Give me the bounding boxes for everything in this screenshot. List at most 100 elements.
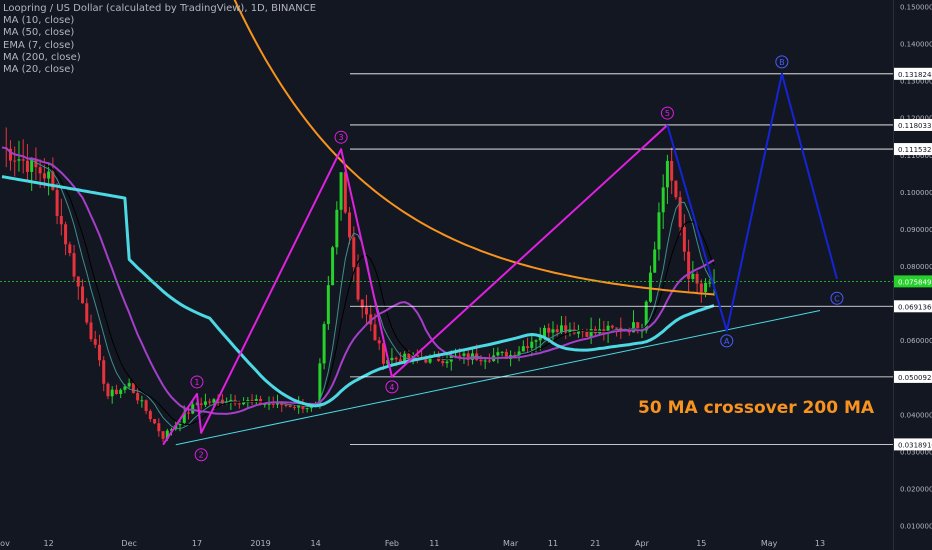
support-trendline	[175, 310, 821, 446]
x-tick-label-9: 11	[548, 539, 558, 548]
impulse-wave-path	[162, 124, 669, 446]
candle-body	[695, 273, 699, 284]
candle-body	[136, 393, 140, 401]
chart-legend: Loopring / US Dollar (calculated by Trad…	[3, 3, 316, 76]
wave-label-B: B	[779, 58, 785, 67]
y-tick-label-7: 0.0800000	[900, 263, 932, 271]
wave-label-A: A	[724, 337, 730, 346]
x-tick-label-10: 21	[590, 539, 600, 548]
candle-body	[521, 346, 525, 352]
wave-label-2: 2	[199, 451, 204, 460]
candle-body	[547, 327, 551, 333]
candle-body	[339, 172, 343, 210]
candle-body	[322, 324, 326, 364]
candle-body	[424, 359, 428, 363]
candle-body	[106, 383, 110, 397]
candle-body	[500, 351, 504, 353]
candle-body	[390, 357, 394, 361]
candle-body	[199, 403, 203, 405]
candle-body	[551, 329, 555, 333]
price-label-3: 0.0758495	[898, 278, 932, 286]
y-tick-label-6: 0.0900000	[900, 226, 932, 234]
candle-body	[85, 303, 89, 323]
candle-body	[526, 346, 530, 348]
x-tick-label-2: Dec	[121, 539, 136, 548]
x-tick-label-1: 12	[44, 539, 54, 548]
candle-body	[585, 331, 589, 337]
candle-body	[55, 189, 59, 217]
x-tick-label-5: 14	[311, 539, 321, 548]
candle-body	[292, 407, 296, 409]
candle-body	[254, 399, 258, 401]
candle-body	[208, 401, 212, 403]
candle-body	[335, 209, 339, 248]
candle-body	[89, 322, 93, 340]
x-tick-label-8: Mar	[503, 539, 519, 548]
candle-body	[68, 244, 72, 254]
candle-body	[110, 389, 114, 397]
candle-body	[487, 360, 491, 362]
candle-body	[72, 253, 76, 277]
candle-body	[530, 341, 534, 348]
candle-body	[555, 329, 559, 332]
candle-body	[377, 340, 381, 344]
candle-body	[373, 324, 377, 341]
candle-body	[479, 360, 483, 362]
candle-body	[21, 159, 25, 161]
candle-body	[97, 344, 101, 361]
legend-item-ma50: MA (50, close)	[3, 27, 75, 39]
price-label-4: 0.0691360	[898, 303, 932, 311]
candle-body	[237, 403, 241, 405]
candle-body	[699, 283, 703, 292]
candle-body	[305, 408, 309, 410]
candles	[4, 127, 716, 443]
price-label-2: 0.1115321	[898, 146, 932, 154]
price-label-1: 0.1180331	[898, 122, 932, 130]
x-tick-label-12: 15	[696, 539, 706, 548]
candle-body	[704, 282, 708, 292]
price-chart[interactable]: 0.15000000.14000000.13000000.12000000.11…	[0, 0, 932, 550]
candle-body	[131, 383, 135, 394]
candle-body	[653, 249, 657, 273]
candle-body	[394, 357, 398, 360]
candle-body	[64, 224, 68, 245]
candle-body	[102, 360, 106, 384]
y-tick-label-13: 0.0200000	[900, 486, 932, 494]
x-tick-label-11: Apr	[635, 539, 650, 548]
candle-body	[59, 216, 63, 225]
candle-body	[343, 172, 347, 213]
candle-body	[42, 173, 46, 179]
candle-body	[691, 273, 695, 279]
candle-body	[610, 325, 614, 328]
legend-title: Loopring / US Dollar (calculated by Trad…	[3, 3, 317, 14]
wave-label-4: 4	[389, 383, 394, 392]
candle-body	[47, 171, 51, 179]
candle-body	[559, 325, 563, 332]
candle-body	[665, 160, 669, 188]
candle-body	[462, 353, 466, 356]
candle-body	[153, 419, 157, 424]
y-tick-label-11: 0.0400000	[900, 411, 932, 419]
wave-label-5: 5	[665, 109, 670, 118]
y-tick-label-14: 0.0100000	[900, 523, 932, 531]
price-axis-separator	[893, 0, 894, 550]
x-tick-label-4: 2019	[250, 539, 270, 548]
candle-body	[220, 399, 224, 404]
candle-body	[661, 187, 665, 213]
price-label-5: 0.0500923	[898, 374, 932, 382]
candle-body	[93, 339, 97, 345]
x-tick-label-0: Nov	[0, 539, 10, 548]
candle-body	[326, 285, 330, 325]
candle-body	[674, 180, 678, 198]
candle-body	[348, 212, 352, 238]
candle-body	[284, 405, 288, 407]
price-label-6: 0.0318910	[898, 441, 932, 449]
y-tick-label-5: 0.1000000	[900, 189, 932, 197]
candle-body	[356, 267, 360, 300]
candle-body	[157, 423, 161, 432]
candle-body	[203, 401, 207, 405]
candle-body	[127, 383, 131, 387]
candle-body	[670, 160, 674, 181]
wave-label-1: 1	[194, 378, 199, 387]
candle-body	[148, 411, 152, 420]
